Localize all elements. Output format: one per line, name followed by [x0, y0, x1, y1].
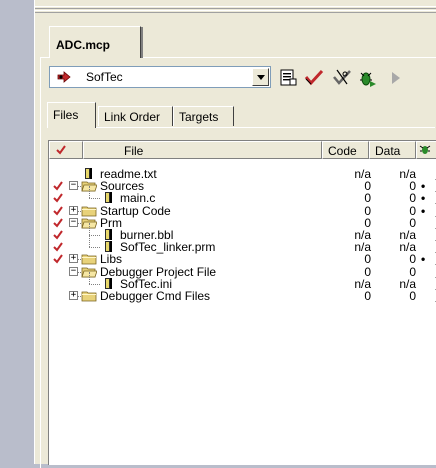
data-size: 0: [409, 289, 416, 303]
debug-button[interactable]: [331, 67, 353, 89]
expand-icon[interactable]: +: [69, 205, 78, 215]
bug-icon: [419, 145, 431, 154]
collapse-icon[interactable]: −: [69, 181, 78, 191]
column-header-code-label: Code: [328, 144, 357, 158]
make-button[interactable]: [303, 67, 325, 89]
tab-targets-label: Targets: [179, 110, 219, 124]
play-button[interactable]: [385, 67, 407, 89]
checkmark-icon[interactable]: [53, 192, 63, 203]
tree-line: [89, 235, 100, 236]
play-icon: [392, 72, 400, 84]
tree-line: [89, 186, 90, 199]
tree-line: [89, 223, 90, 235]
project-window: ADC.mcp SofTec Files Link Order Targets …: [34, 0, 436, 468]
checkmark-icon: [304, 69, 324, 86]
target-select[interactable]: SofTec: [49, 66, 271, 88]
checkmark-icon[interactable]: [53, 217, 63, 228]
file-list: File Code Data readme.txt n/a n/a − Sources 0…: [48, 140, 436, 465]
tab-targets[interactable]: Targets: [173, 106, 234, 126]
tree-line: [89, 247, 100, 249]
column-header-data[interactable]: Data: [369, 141, 416, 159]
checkmark-icon[interactable]: [53, 241, 63, 252]
tab-project-file[interactable]: ADC.mcp: [49, 26, 143, 58]
checkmark-icon[interactable]: [53, 180, 63, 191]
tab-separator: [47, 127, 435, 128]
tab-link-order[interactable]: Link Order: [98, 106, 173, 126]
column-header-data-label: Data: [375, 144, 401, 158]
run-button[interactable]: [357, 67, 379, 89]
bug-check-icon: [333, 69, 351, 85]
checkmark-icon[interactable]: [53, 253, 63, 264]
tab-files[interactable]: Files: [47, 102, 96, 128]
expand-icon[interactable]: +: [69, 291, 78, 300]
target-select-value: SofTec: [86, 70, 123, 84]
tree-line: [89, 271, 90, 284]
checkmark-icon: [56, 145, 66, 155]
splitter-line: [35, 12, 436, 13]
target-settings-button[interactable]: [277, 67, 299, 89]
folder-icon: [81, 289, 97, 303]
collapse-icon[interactable]: −: [69, 217, 78, 227]
column-header-file-label: File: [124, 144, 144, 158]
code-size: 0: [364, 289, 371, 303]
settings-doc-icon: [280, 69, 297, 86]
collapse-icon[interactable]: −: [69, 266, 78, 276]
tree-line: [89, 198, 100, 200]
bug-run-icon: [360, 72, 376, 87]
column-header-file[interactable]: File: [83, 141, 322, 159]
tab-files-label: Files: [53, 108, 79, 122]
left-gutter: [0, 0, 34, 464]
target-icon: [57, 71, 71, 83]
tree-line: [89, 235, 90, 248]
splitter-line: [35, 8, 436, 9]
splitter-line: [35, 10, 436, 11]
checkmark-icon[interactable]: [53, 205, 63, 216]
splitter-line: [35, 6, 436, 7]
file-name: Debugger Cmd Files: [100, 289, 211, 303]
tree-line: [89, 283, 100, 285]
chevron-down-icon[interactable]: [252, 68, 269, 86]
column-header-code[interactable]: Code: [322, 141, 369, 159]
tab-project-file-label: ADC.mcp: [56, 38, 111, 52]
column-header-debug[interactable]: [416, 141, 436, 159]
checkmark-icon[interactable]: [53, 229, 63, 240]
expand-icon[interactable]: +: [69, 254, 78, 264]
file-row[interactable]: + Debugger Cmd Files 0 0: [49, 289, 436, 303]
column-header-check[interactable]: [49, 141, 83, 159]
tab-link-order-label: Link Order: [104, 110, 161, 124]
